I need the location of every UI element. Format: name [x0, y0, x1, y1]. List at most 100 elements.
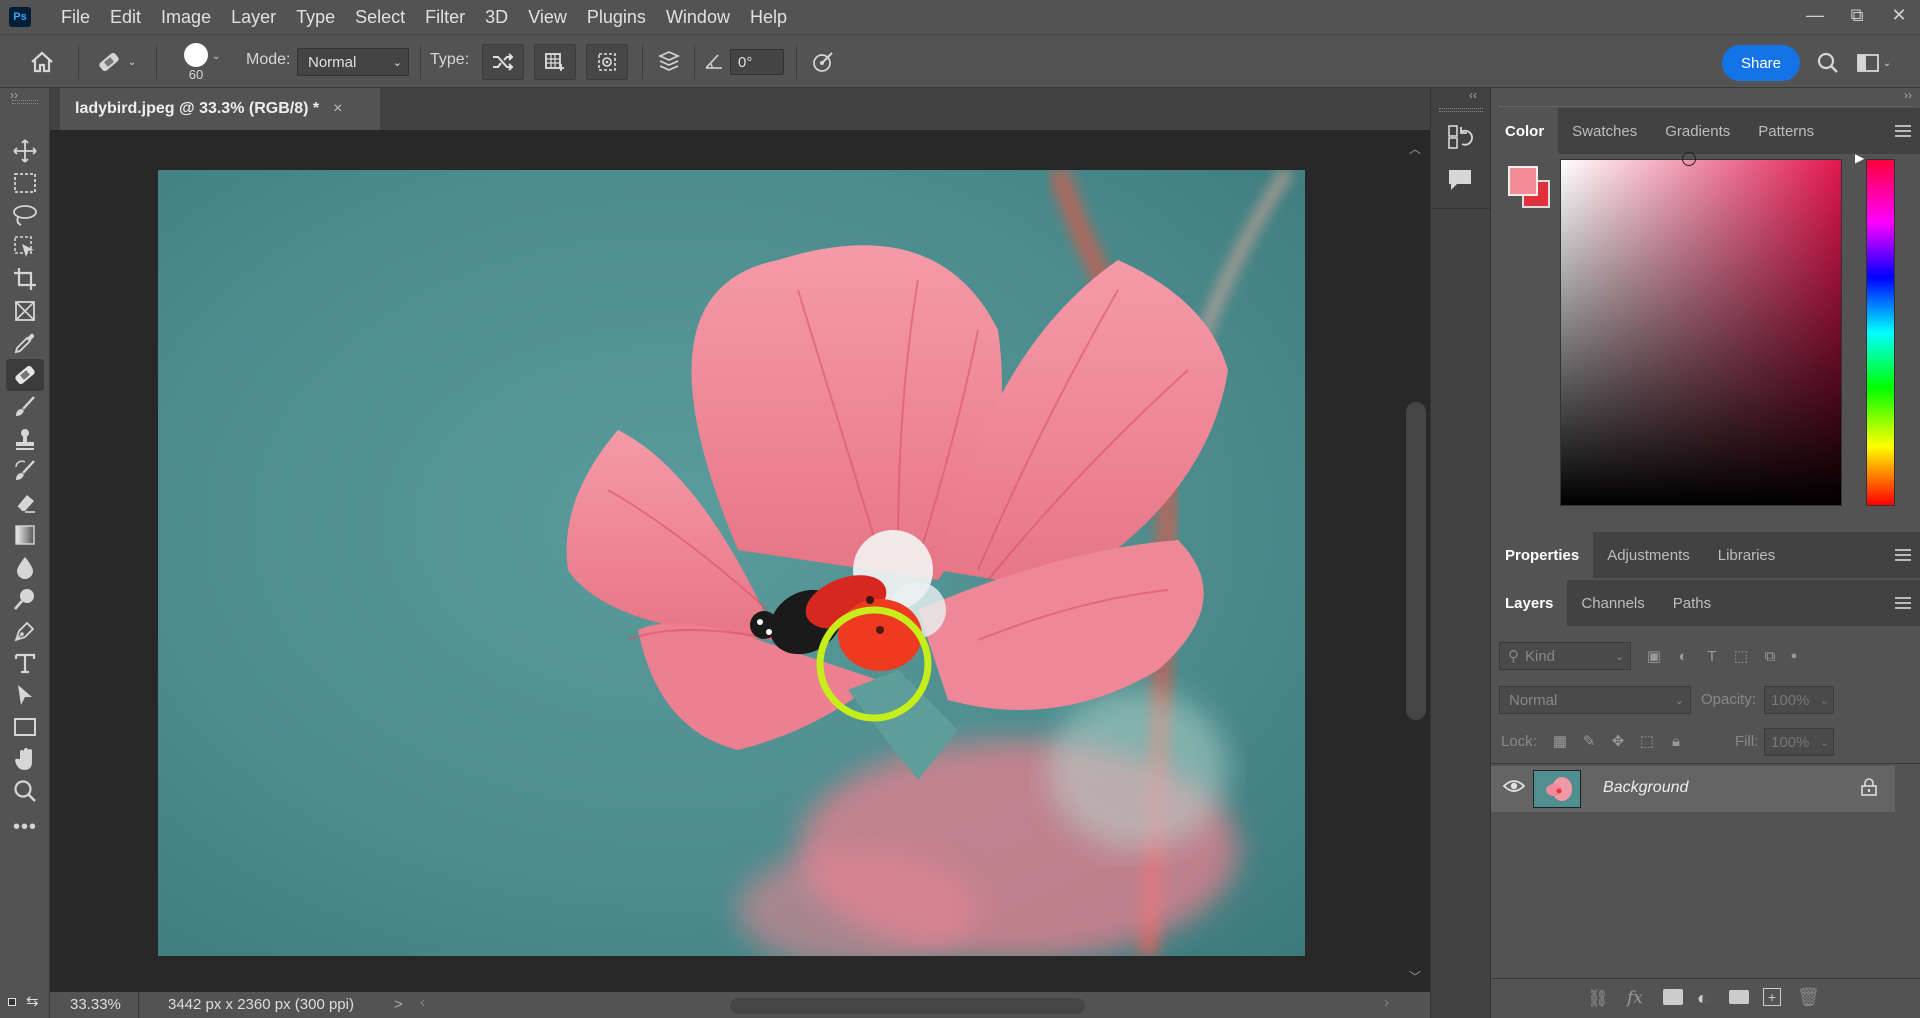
lock-position-icon[interactable]: ✥ — [1607, 730, 1629, 752]
menu-plugins[interactable]: Plugins — [577, 0, 656, 34]
dock-grip[interactable] — [1439, 108, 1483, 112]
tab-paths[interactable]: Paths — [1659, 580, 1725, 626]
layer-name[interactable]: Background — [1603, 779, 1688, 797]
collapse-dock-icon[interactable]: ‹‹ — [1469, 88, 1477, 102]
blur-tool[interactable] — [6, 551, 44, 583]
menu-file[interactable]: File — [51, 0, 100, 34]
ladybird-image[interactable] — [158, 170, 1305, 956]
link-icon[interactable]: ⛓︎ — [1587, 989, 1609, 1009]
menu-window[interactable]: Window — [656, 0, 740, 34]
home-button[interactable] — [20, 43, 64, 81]
workspace-button[interactable]: ⌄ — [1856, 47, 1892, 79]
hand-tool[interactable] — [6, 743, 44, 775]
color-swatches-mini[interactable]: ⇆ — [6, 992, 44, 1012]
layer-row[interactable]: Background — [1491, 766, 1895, 812]
tab-color[interactable]: Color — [1491, 108, 1559, 154]
lock-artboard-icon[interactable]: ⬚ — [1636, 730, 1658, 752]
opacity-input[interactable]: 100% ⌄ — [1764, 686, 1834, 714]
menu-filter[interactable]: Filter — [415, 0, 475, 34]
layer-filter-dropdown[interactable]: ⚲ Kind ⌄ — [1499, 642, 1631, 670]
zoom-tool[interactable] — [6, 775, 44, 807]
hue-slider-pointer[interactable]: ▶ — [1855, 151, 1864, 165]
type-filter-icon[interactable]: T — [1701, 645, 1723, 667]
eye-icon[interactable] — [1502, 778, 1527, 800]
scroll-down-icon[interactable]: ﹀ — [1409, 968, 1421, 985]
tool-preset-picker[interactable]: ⌄ — [90, 43, 142, 81]
adjustment-layer-icon[interactable]: ◐ — [1697, 988, 1708, 1009]
zoom-level[interactable]: 33.33% — [70, 996, 121, 1013]
sample-all-layers-button[interactable] — [652, 45, 686, 79]
menu-view[interactable]: View — [518, 0, 577, 34]
adjustment-filter-icon[interactable]: ◐ — [1672, 645, 1694, 667]
document-info[interactable]: 3442 px x 2360 px (300 ppi) — [168, 996, 354, 1013]
scroll-right-icon[interactable]: › — [1384, 994, 1389, 1011]
mask-icon[interactable] — [1663, 989, 1683, 1005]
menu-help[interactable]: Help — [740, 0, 797, 34]
tab-layers[interactable]: Layers — [1491, 580, 1568, 626]
close-tab-icon[interactable]: × — [333, 100, 342, 118]
folder-icon[interactable] — [1729, 990, 1749, 1004]
menu-select[interactable]: Select — [345, 0, 415, 34]
brush-tool[interactable] — [6, 391, 44, 423]
dodge-tool[interactable] — [6, 583, 44, 615]
history-brush-tool[interactable] — [6, 455, 44, 487]
tab-channels[interactable]: Channels — [1567, 580, 1658, 626]
fx-icon[interactable]: fx — [1627, 988, 1643, 1008]
hue-slider[interactable] — [1866, 159, 1895, 506]
new-layer-icon[interactable]: + — [1763, 988, 1781, 1006]
lasso-tool[interactable] — [6, 199, 44, 231]
share-button[interactable]: Share — [1722, 45, 1800, 81]
history-panel-button[interactable] — [1447, 124, 1475, 152]
comments-panel-button[interactable] — [1447, 168, 1475, 196]
tab-properties[interactable]: Properties — [1491, 532, 1594, 578]
swap-colors-icon[interactable]: ⇆ — [26, 992, 39, 1010]
menu-image[interactable]: Image — [151, 0, 221, 34]
tab-gradients[interactable]: Gradients — [1651, 108, 1744, 154]
pen-tool[interactable] — [6, 615, 44, 647]
lock-pixels-icon[interactable]: ✎ — [1578, 730, 1600, 752]
pixel-filter-icon[interactable]: ▣ — [1643, 645, 1665, 667]
fg-bg-color-swatches[interactable] — [1508, 166, 1554, 212]
healing-brush-tool[interactable] — [6, 359, 44, 391]
create-texture-button[interactable] — [534, 44, 576, 80]
collapse-panels-icon[interactable]: ›› — [1904, 88, 1912, 102]
scroll-left-icon[interactable]: ‹ — [420, 994, 425, 1011]
eraser-tool[interactable] — [6, 487, 44, 519]
tab-libraries[interactable]: Libraries — [1704, 532, 1790, 578]
toolbar-grip[interactable] — [12, 100, 38, 104]
menu-type[interactable]: Type — [286, 0, 345, 34]
layers-panel-menu-icon[interactable] — [1895, 597, 1911, 609]
rectangle-tool[interactable] — [6, 711, 44, 743]
default-colors-icon[interactable] — [8, 998, 16, 1006]
menu-edit[interactable]: Edit — [100, 0, 151, 34]
restore-button[interactable]: ⧉ — [1836, 0, 1878, 30]
horizontal-scroll-thumb[interactable] — [730, 998, 1085, 1014]
pressure-size-button[interactable] — [806, 45, 840, 79]
fill-input[interactable]: 100% ⌄ — [1764, 728, 1834, 756]
mode-dropdown[interactable]: Normal ⌄ — [297, 48, 409, 76]
color-panel-menu-icon[interactable] — [1895, 125, 1911, 137]
move-tool[interactable] — [6, 135, 44, 167]
shape-filter-icon[interactable]: ⬚ — [1730, 645, 1752, 667]
properties-panel-menu-icon[interactable] — [1895, 549, 1911, 561]
smart-object-filter-icon[interactable]: ⧉ — [1759, 645, 1781, 667]
layer-lock-icon[interactable] — [1861, 778, 1877, 801]
gradient-tool[interactable] — [6, 519, 44, 551]
content-aware-button[interactable] — [482, 44, 524, 80]
blend-mode-dropdown[interactable]: Normal ⌄ — [1499, 686, 1691, 714]
stamp-tool[interactable] — [6, 423, 44, 455]
crop-tool[interactable] — [6, 263, 44, 295]
eyedropper-tool[interactable] — [6, 327, 44, 359]
more-tools-icon[interactable]: ••• — [6, 811, 44, 843]
marquee-tool[interactable] — [6, 167, 44, 199]
angle-input[interactable]: 0° — [730, 49, 784, 75]
close-window-button[interactable]: ✕ — [1878, 0, 1920, 30]
brush-size-picker[interactable]: 60 — [168, 39, 224, 85]
lock-all-icon[interactable]: 🔒︎ — [1665, 730, 1687, 752]
search-button[interactable] — [1812, 47, 1844, 79]
minimize-button[interactable]: — — [1794, 0, 1836, 30]
tab-patterns[interactable]: Patterns — [1744, 108, 1828, 154]
proximity-match-button[interactable] — [586, 44, 628, 80]
lock-transparent-icon[interactable]: ▦ — [1549, 730, 1571, 752]
frame-tool[interactable] — [6, 295, 44, 327]
